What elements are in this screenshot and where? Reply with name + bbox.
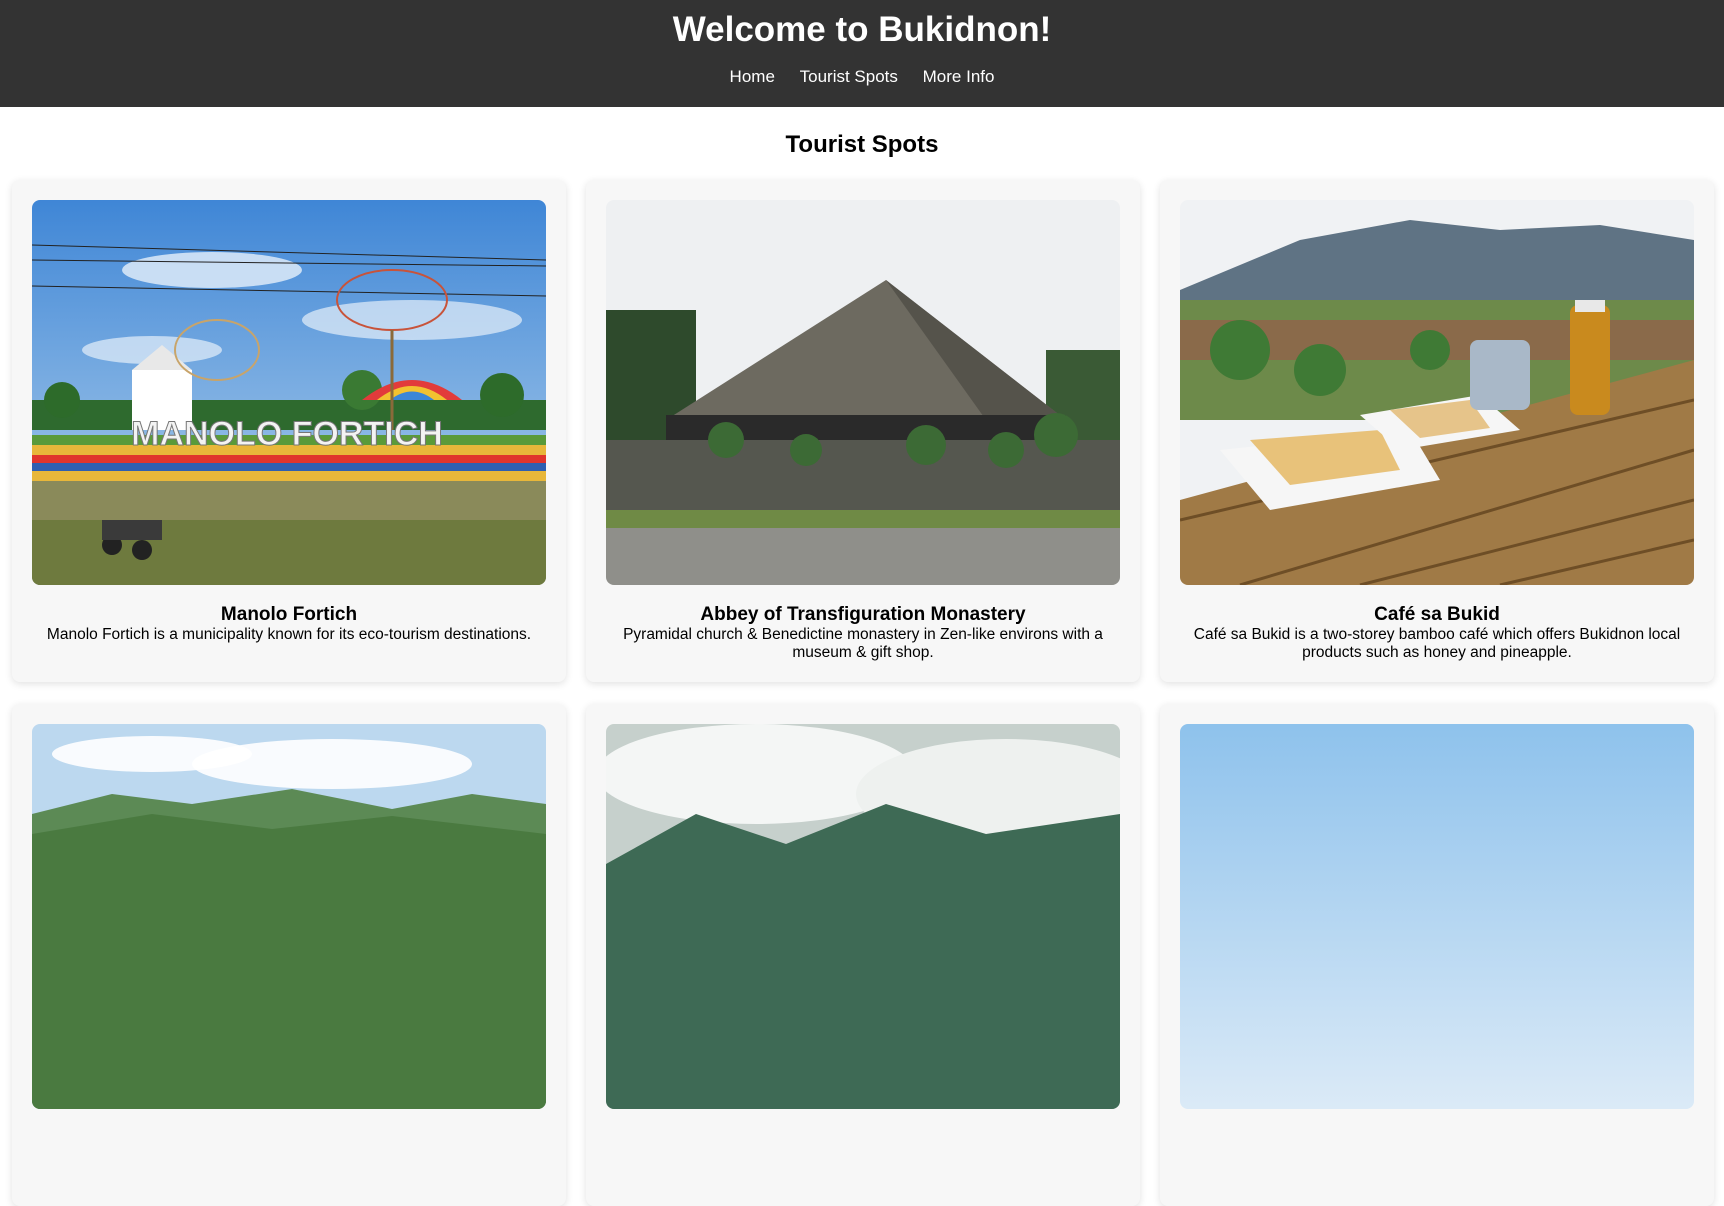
sky-photo (1180, 724, 1694, 1109)
card-description: Pyramidal church & Benedictine monastery… (623, 626, 1103, 661)
mountain-photo (32, 724, 546, 1109)
nav-home-link[interactable]: Home (730, 67, 775, 86)
main-nav: Home Tourist Spots More Info (0, 67, 1724, 87)
site-header: Welcome to Bukidnon! Home Tourist Spots … (0, 0, 1724, 107)
cloudy-mountain-photo (606, 724, 1120, 1109)
cafe-photo (1180, 200, 1694, 585)
svg-text:MANOLO FORTICH: MANOLO FORTICH (131, 415, 443, 453)
tourist-spot-card (586, 704, 1140, 1206)
tourist-spot-card: Abbey of Transfiguration Monastery Pyram… (586, 180, 1140, 682)
card-description: Manolo Fortich is a municipality known f… (46, 626, 532, 643)
tourist-spot-card: Café sa Bukid Café sa Bukid is a two-sto… (1160, 180, 1714, 682)
abbey-photo (606, 200, 1120, 585)
manolo-fortich-photo: MANOLO FORTICH (32, 200, 546, 585)
nav-tourist-spots-link[interactable]: Tourist Spots (800, 67, 898, 86)
card-title: Manolo Fortich (220, 604, 358, 625)
tourist-spot-card (1160, 704, 1714, 1206)
card-title: Café sa Bukid (1374, 604, 1500, 625)
nav-more-info-link[interactable]: More Info (923, 67, 995, 86)
card-title: Abbey of Transfiguration Monastery (700, 604, 1026, 625)
tourist-spot-card: MANOLO FORTICH Manolo Fortich Manolo For… (12, 180, 566, 682)
site-title: Welcome to Bukidnon! (672, 10, 1052, 49)
tourist-spot-card (12, 704, 566, 1206)
card-description: Café sa Bukid is a two-storey bamboo caf… (1193, 626, 1681, 661)
section-title: Tourist Spots (785, 131, 939, 158)
